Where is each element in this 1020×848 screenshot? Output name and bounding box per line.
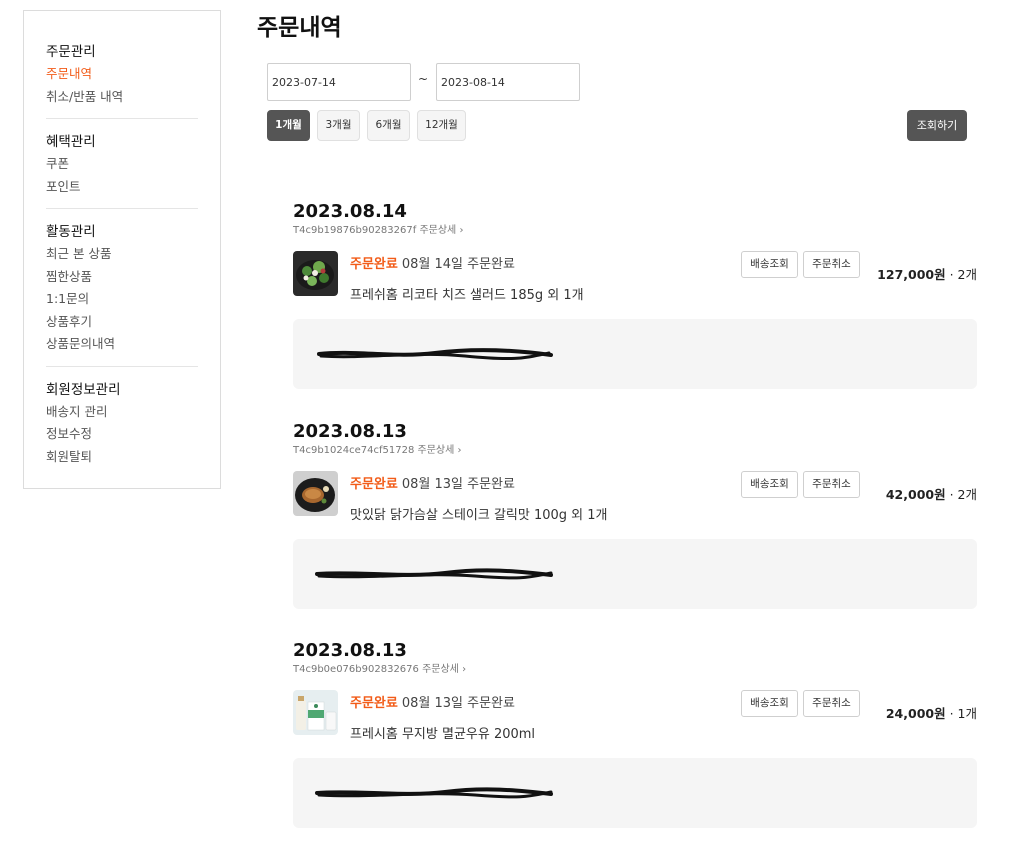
- chevron-right-icon: ›: [459, 225, 464, 236]
- order-body: 주문완료 08월 13일 주문완료 프레시홈 무지방 멸균우유 200ml 배송조…: [293, 677, 977, 747]
- order-date: 2023.08.13: [293, 640, 407, 661]
- period-12month-button[interactable]: 12개월: [417, 110, 466, 141]
- quantity: · 2개: [949, 267, 977, 282]
- sidebar-item-withdraw[interactable]: 회원탈퇴: [46, 446, 198, 469]
- period-1month-button[interactable]: 1개월: [267, 110, 310, 141]
- address-box: [293, 539, 977, 609]
- order-card: 2023.08.13 T4c9b1024ce74cf51728 주문상세 › 주…: [293, 421, 977, 609]
- quantity: · 2개: [949, 487, 977, 502]
- cancel-order-button[interactable]: 주문취소: [803, 471, 860, 498]
- end-date-input[interactable]: [436, 63, 580, 101]
- sidebar-group-title: 주문관리: [46, 44, 96, 60]
- sidebar-group-title: 혜택관리: [46, 134, 96, 150]
- order-number: T4c9b0e076b902832676: [293, 664, 419, 675]
- address-box: [293, 319, 977, 389]
- cancel-order-button[interactable]: 주문취소: [803, 251, 860, 278]
- order-price: 127,000원 · 2개: [877, 264, 977, 283]
- sidebar: 주문관리 주문내역 취소/반품 내역 혜택관리 쿠폰 포인트 활동관리 최근 본…: [23, 10, 221, 489]
- order-detail-label: 주문상세: [422, 664, 459, 675]
- sidebar-item-order-history[interactable]: 주문내역: [46, 63, 198, 86]
- price-amount: 127,000원: [877, 267, 946, 282]
- cancel-order-button[interactable]: 주문취소: [803, 690, 860, 717]
- order-card: 2023.08.14 T4c9b19876b90283267f 주문상세 › 주…: [293, 201, 977, 389]
- order-detail-label: 주문상세: [417, 445, 455, 456]
- redacted-address-scribble: [315, 568, 553, 580]
- redacted-address-scribble: [317, 348, 553, 361]
- status-badge: 주문완료: [350, 696, 398, 711]
- track-delivery-button[interactable]: 배송조회: [741, 690, 798, 717]
- order-body: 주문완료 08월 13일 주문완료 맛있닭 닭가슴살 스테이크 갈릭맛 100g …: [293, 458, 977, 528]
- track-delivery-button[interactable]: 배송조회: [741, 471, 798, 498]
- search-button[interactable]: 조회하기: [907, 110, 967, 141]
- order-date: 2023.08.13: [293, 421, 407, 442]
- sidebar-group-title: 회원정보관리: [46, 381, 121, 398]
- address-box: [293, 758, 977, 828]
- order-meta: T4c9b1024ce74cf51728 주문상세 ›: [293, 444, 977, 458]
- chevron-right-icon: ›: [457, 445, 462, 456]
- order-meta: T4c9b0e076b902832676 주문상세 ›: [293, 663, 977, 677]
- sidebar-item-inquiry[interactable]: 1:1문의: [46, 288, 198, 311]
- sidebar-item-point[interactable]: 포인트: [46, 176, 198, 199]
- order-status: 주문완료 08월 13일 주문완료: [350, 692, 515, 711]
- order-number: T4c9b1024ce74cf51728: [293, 445, 415, 456]
- period-3month-button[interactable]: 3개월: [317, 110, 360, 141]
- order-price: 24,000원 · 1개: [886, 703, 977, 722]
- milk-image[interactable]: [293, 690, 338, 735]
- sidebar-group-activity: 활동관리 최근 본 상품 찜한상품 1:1문의 상품후기 상품문의내역: [46, 221, 198, 367]
- order-status: 주문완료 08월 13일 주문완료: [350, 473, 515, 492]
- sidebar-group-benefit: 혜택관리 쿠폰 포인트: [46, 131, 198, 209]
- product-name[interactable]: 맛있닭 닭가슴살 스테이크 갈릭맛 100g 외 1개: [350, 504, 608, 523]
- quantity: · 1개: [949, 706, 977, 721]
- sidebar-item-coupon[interactable]: 쿠폰: [46, 153, 198, 176]
- chicken-steak-image[interactable]: [293, 471, 338, 516]
- sidebar-item-wishlist[interactable]: 찜한상품: [46, 266, 198, 289]
- status-date: 08월 13일 주문완료: [401, 477, 515, 492]
- price-amount: 42,000원: [885, 487, 946, 502]
- order-number: T4c9b19876b90283267f: [293, 225, 417, 236]
- product-name[interactable]: 프레시홈 무지방 멸균우유 200ml: [350, 723, 535, 742]
- order-detail-link[interactable]: 주문상세 ›: [419, 225, 463, 236]
- page-title: 주문내역: [257, 15, 342, 41]
- salad-image[interactable]: [293, 251, 338, 296]
- sidebar-item-recent[interactable]: 최근 본 상품: [46, 243, 198, 266]
- order-body: 주문완료 08월 14일 주문완료 프레쉬홈 리코타 치즈 샐러드 185g 외 …: [293, 238, 977, 308]
- sidebar-item-review[interactable]: 상품후기: [46, 311, 198, 334]
- sidebar-item-cancel-return[interactable]: 취소/반품 내역: [46, 86, 198, 109]
- status-badge: 주문완료: [350, 257, 398, 272]
- date-separator: ~: [418, 72, 429, 86]
- sidebar-item-address[interactable]: 배송지 관리: [46, 401, 198, 424]
- track-delivery-button[interactable]: 배송조회: [741, 251, 798, 278]
- order-status: 주문완료 08월 14일 주문완료: [350, 253, 515, 272]
- order-detail-link[interactable]: 주문상세 ›: [418, 445, 462, 456]
- sidebar-group-title: 활동관리: [46, 224, 96, 240]
- status-date: 08월 13일 주문완료: [401, 696, 515, 711]
- chevron-right-icon: ›: [462, 664, 467, 675]
- order-date: 2023.08.14: [293, 201, 407, 222]
- start-date-input[interactable]: [267, 63, 411, 101]
- order-detail-label: 주문상세: [419, 225, 457, 236]
- sidebar-group-member: 회원정보관리 배송지 관리 정보수정 회원탈퇴: [46, 379, 198, 479]
- sidebar-group-order: 주문관리 주문내역 취소/반품 내역: [46, 41, 198, 119]
- product-name[interactable]: 프레쉬홈 리코타 치즈 샐러드 185g 외 1개: [350, 284, 584, 303]
- order-price: 42,000원 · 2개: [886, 484, 977, 503]
- sidebar-item-edit-info[interactable]: 정보수정: [46, 423, 198, 446]
- sidebar-item-product-qna[interactable]: 상품문의내역: [46, 333, 198, 356]
- status-date: 08월 14일 주문완료: [401, 257, 515, 272]
- status-badge: 주문완료: [350, 477, 398, 492]
- period-6month-button[interactable]: 6개월: [367, 110, 410, 141]
- order-detail-link[interactable]: 주문상세 ›: [422, 664, 466, 675]
- price-amount: 24,000원: [885, 706, 946, 721]
- order-meta: T4c9b19876b90283267f 주문상세 ›: [293, 224, 977, 238]
- order-card: 2023.08.13 T4c9b0e076b902832676 주문상세 › 주…: [293, 640, 977, 828]
- redacted-address-scribble: [315, 787, 553, 799]
